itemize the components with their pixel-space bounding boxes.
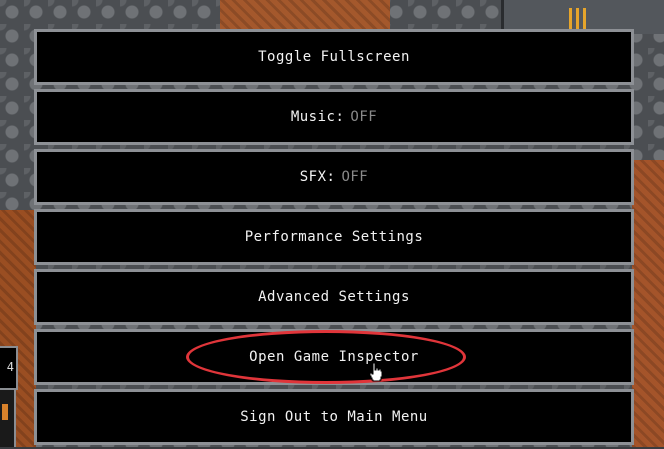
side-hud-counter: 4 [0,346,18,390]
menu-item-label: Performance Settings [244,229,424,245]
toggle-fullscreen-button[interactable]: Toggle Fullscreen [34,29,634,85]
menu-item-label: Toggle Fullscreen [258,49,410,65]
music-state: OFF [350,109,378,125]
hud-ticks [569,8,586,30]
menu-item-label: Open Game Inspector [249,349,419,365]
advanced-settings-button[interactable]: Advanced Settings [34,269,634,325]
menu-item-label: Music: [290,109,345,125]
settings-menu: Toggle Fullscreen Music: OFF SFX: OFF Pe… [34,29,634,449]
performance-settings-button[interactable]: Performance Settings [34,209,634,265]
menu-item-label: SFX: [299,169,336,185]
menu-item-label: Advanced Settings [258,289,410,305]
sfx-state: OFF [341,169,369,185]
open-game-inspector-button[interactable]: Open Game Inspector [34,329,634,385]
side-hud-value: 4 [6,360,14,374]
floor-tiles-right [632,160,664,447]
side-hud-slot [0,390,16,447]
sfx-toggle-button[interactable]: SFX: OFF [34,149,634,205]
menu-item-label: Sign Out to Main Menu [240,409,428,425]
music-toggle-button[interactable]: Music: OFF [34,89,634,145]
sign-out-button[interactable]: Sign Out to Main Menu [34,389,634,445]
